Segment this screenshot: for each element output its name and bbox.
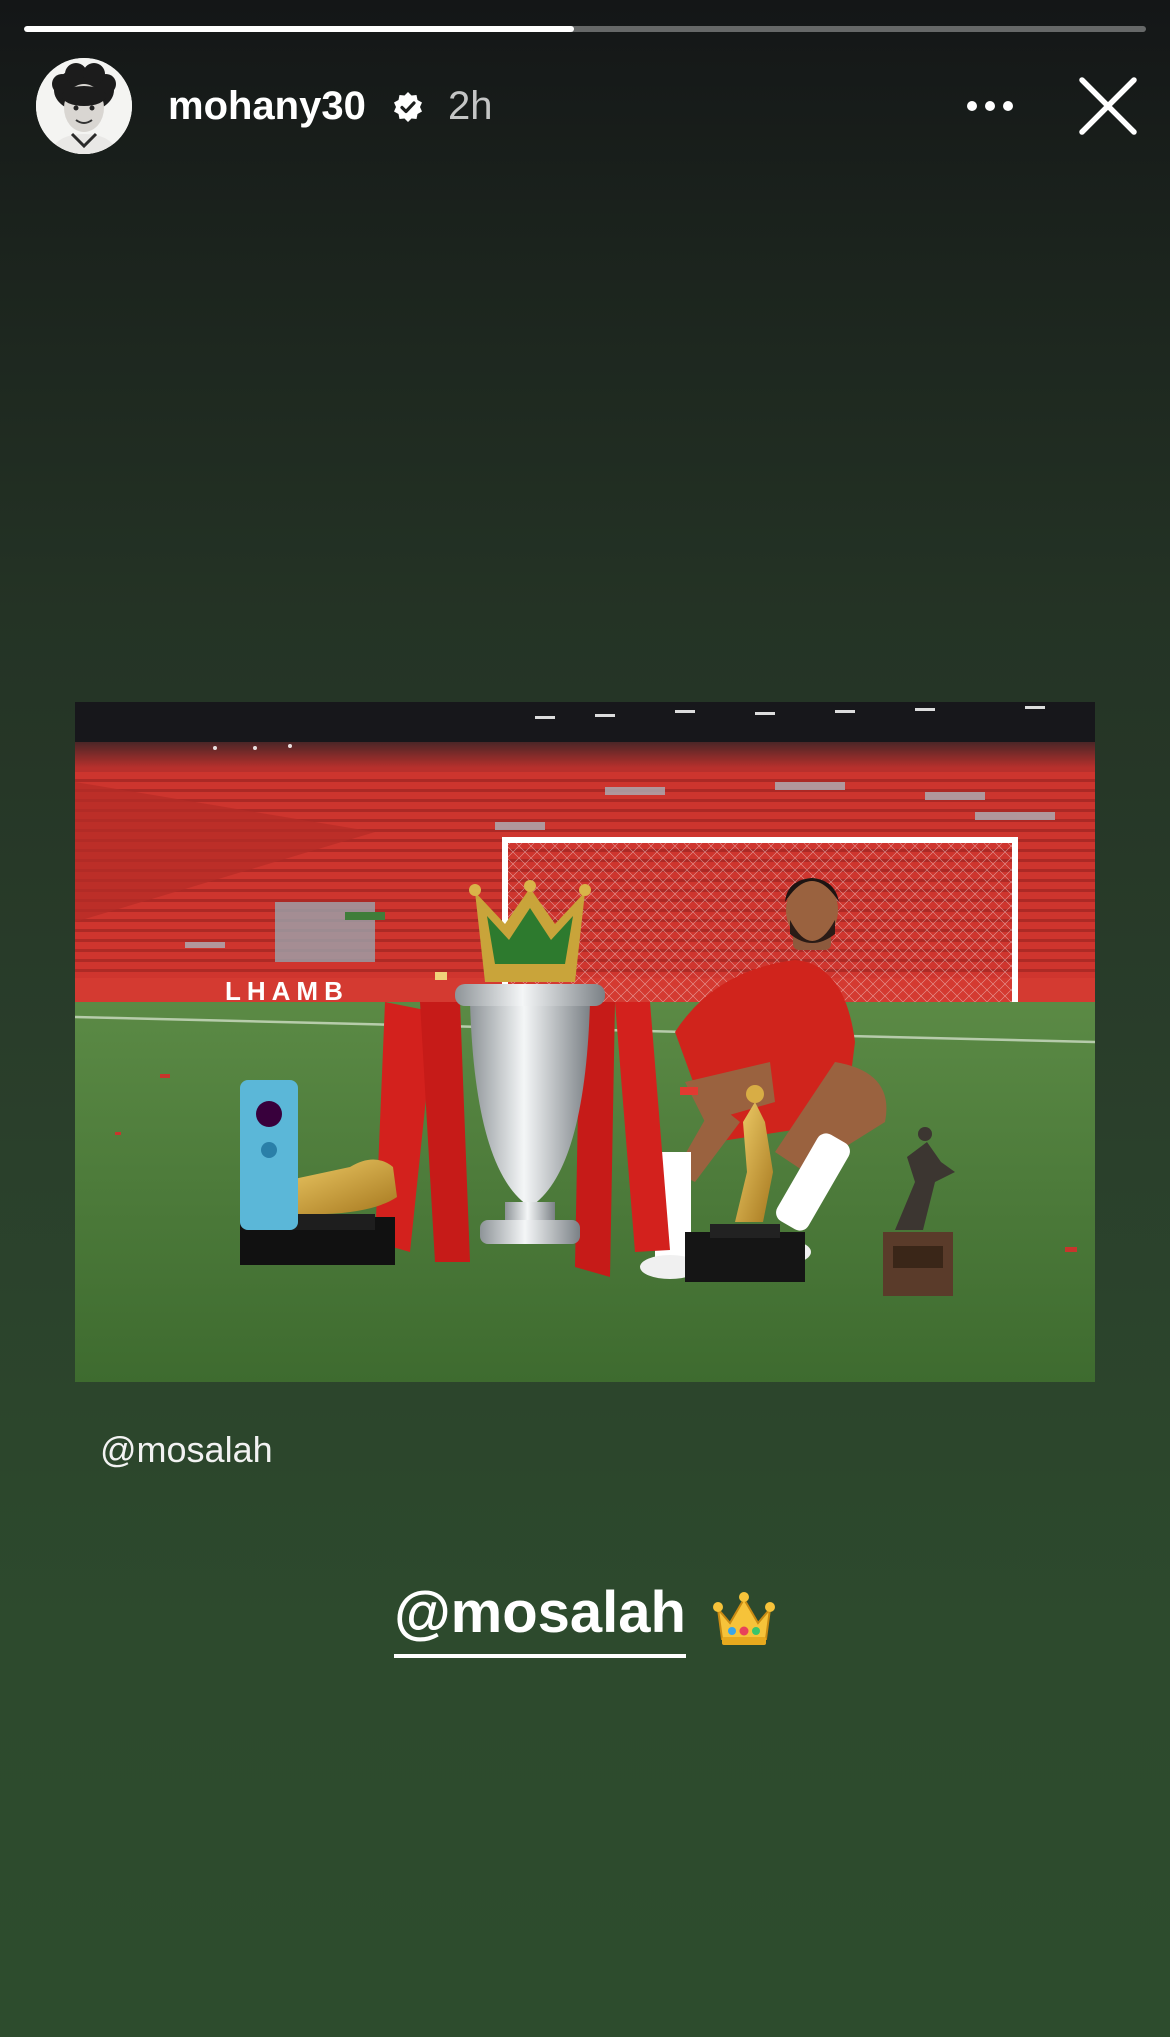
more-horizontal-icon (967, 101, 1013, 111)
story-progress-fill (24, 26, 574, 32)
story-viewer[interactable]: mohany30 2h LHAMB @mosalah @mosalah (0, 0, 1170, 2037)
story-header: mohany30 2h (0, 54, 1170, 154)
close-icon (1079, 77, 1137, 135)
more-options-button[interactable] (960, 78, 1020, 134)
avatar[interactable] (36, 58, 132, 154)
close-button[interactable] (1076, 74, 1140, 138)
mention-sticker-link[interactable]: @mosalah (394, 1578, 686, 1658)
crown-emoji-icon (712, 1592, 775, 1645)
username[interactable]: mohany30 (168, 82, 366, 130)
mention-sticker: @mosalah (0, 1578, 1170, 1658)
story-progress-bar (24, 26, 1146, 32)
verified-badge-icon (392, 91, 424, 123)
shared-post-photo[interactable]: LHAMB (75, 702, 1095, 1382)
photo-credit-mention[interactable]: @mosalah (100, 1428, 273, 1472)
svg-text:LHAMB: LHAMB (225, 976, 349, 1006)
post-time: 2h (448, 84, 493, 128)
